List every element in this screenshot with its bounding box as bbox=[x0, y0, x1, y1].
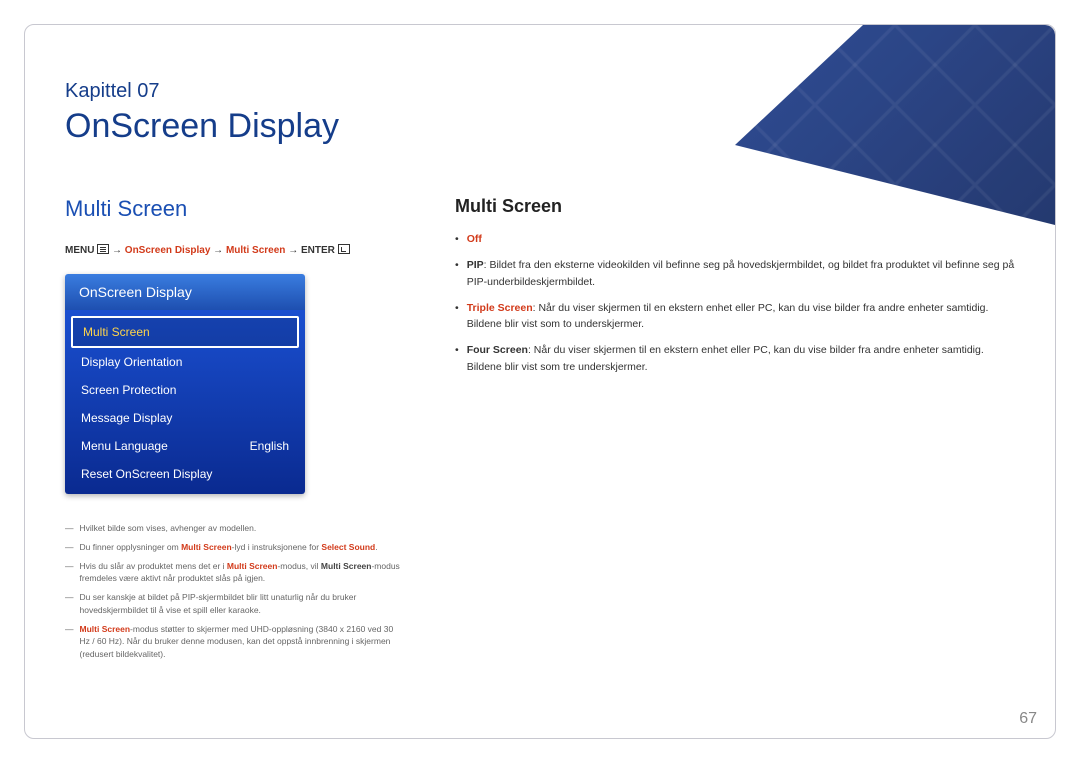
footnote-text: Hvis du slår av produktet mens det er i … bbox=[80, 560, 406, 586]
page-border: Kapittel 07 OnScreen Display Multi Scree… bbox=[24, 24, 1056, 739]
osd-item-label: Multi Screen bbox=[83, 325, 150, 339]
left-section-heading: Multi Screen bbox=[65, 196, 405, 222]
osd-panel: OnScreen Display Multi Screen Display Or… bbox=[65, 274, 305, 494]
osd-item-message-display[interactable]: Message Display bbox=[71, 404, 299, 432]
enter-icon bbox=[338, 244, 350, 254]
footnote: ―Hvilket bilde som vises, avhenger av mo… bbox=[65, 522, 405, 535]
option-label: PIP bbox=[467, 259, 484, 271]
osd-item-screen-protection[interactable]: Screen Protection bbox=[71, 376, 299, 404]
osd-item-label: Screen Protection bbox=[81, 383, 176, 397]
osd-item-label: Message Display bbox=[81, 411, 172, 425]
footnote-text: Multi Screen-modus støtter to skjermer m… bbox=[80, 623, 406, 661]
osd-item-value: English bbox=[250, 439, 289, 453]
option-label: Triple Screen bbox=[467, 302, 533, 314]
footnote: ―Du finner opplysninger om Multi Screen-… bbox=[65, 541, 405, 554]
osd-item-multi-screen[interactable]: Multi Screen bbox=[71, 316, 299, 348]
option-list: •Off •PIP: Bildet fra den eksterne video… bbox=[455, 231, 1015, 375]
chapter-label: Kapittel 07 bbox=[65, 80, 1015, 103]
right-column: Multi Screen •Off •PIP: Bildet fra den e… bbox=[455, 196, 1015, 667]
osd-body: Multi Screen Display Orientation Screen … bbox=[65, 310, 305, 494]
footnote-text: Du ser kanskje at bildet på PIP-skjermbi… bbox=[80, 591, 406, 617]
option-text: : Når du viser skjermen til en ekstern e… bbox=[467, 344, 984, 372]
menu-icon bbox=[97, 244, 109, 254]
osd-item-reset-onscreen[interactable]: Reset OnScreen Display bbox=[71, 460, 299, 488]
page-title: OnScreen Display bbox=[65, 107, 1015, 146]
option-off: •Off bbox=[455, 231, 1015, 247]
footnote: ―Du ser kanskje at bildet på PIP-skjermb… bbox=[65, 591, 405, 617]
right-section-heading: Multi Screen bbox=[455, 196, 1015, 217]
footnotes: ―Hvilket bilde som vises, avhenger av mo… bbox=[65, 522, 405, 661]
option-four: •Four Screen: Når du viser skjermen til … bbox=[455, 342, 1015, 375]
option-label: Four Screen bbox=[467, 344, 528, 356]
breadcrumb-part-2: Multi Screen bbox=[226, 245, 285, 256]
osd-item-menu-language[interactable]: Menu Language English bbox=[71, 432, 299, 460]
option-pip: •PIP: Bildet fra den eksterne videokilde… bbox=[455, 257, 1015, 290]
osd-item-label: Reset OnScreen Display bbox=[81, 467, 212, 481]
option-text: : Bildet fra den eksterne videokilden vi… bbox=[467, 259, 1015, 287]
page-number: 67 bbox=[1019, 710, 1037, 728]
footnote: ―Multi Screen-modus støtter to skjermer … bbox=[65, 623, 405, 661]
osd-header: OnScreen Display bbox=[65, 274, 305, 310]
page-content: Kapittel 07 OnScreen Display Multi Scree… bbox=[25, 25, 1055, 738]
footnote-text: Du finner opplysninger om Multi Screen-l… bbox=[80, 541, 378, 554]
option-text: : Når du viser skjermen til en ekstern e… bbox=[467, 302, 989, 330]
breadcrumb: MENU → OnScreen Display → Multi Screen →… bbox=[65, 244, 405, 256]
osd-item-label: Menu Language bbox=[81, 439, 168, 453]
osd-item-display-orientation[interactable]: Display Orientation bbox=[71, 348, 299, 376]
breadcrumb-enter-kw: ENTER bbox=[301, 245, 335, 256]
footnote-text: Hvilket bilde som vises, avhenger av mod… bbox=[80, 522, 257, 535]
breadcrumb-part-1: OnScreen Display bbox=[125, 245, 211, 256]
osd-item-label: Display Orientation bbox=[81, 355, 182, 369]
left-column: Multi Screen MENU → OnScreen Display → M… bbox=[65, 196, 405, 667]
breadcrumb-menu-kw: MENU bbox=[65, 245, 94, 256]
option-label: Off bbox=[467, 233, 482, 245]
footnote: ―Hvis du slår av produktet mens det er i… bbox=[65, 560, 405, 586]
option-triple: •Triple Screen: Når du viser skjermen ti… bbox=[455, 300, 1015, 333]
